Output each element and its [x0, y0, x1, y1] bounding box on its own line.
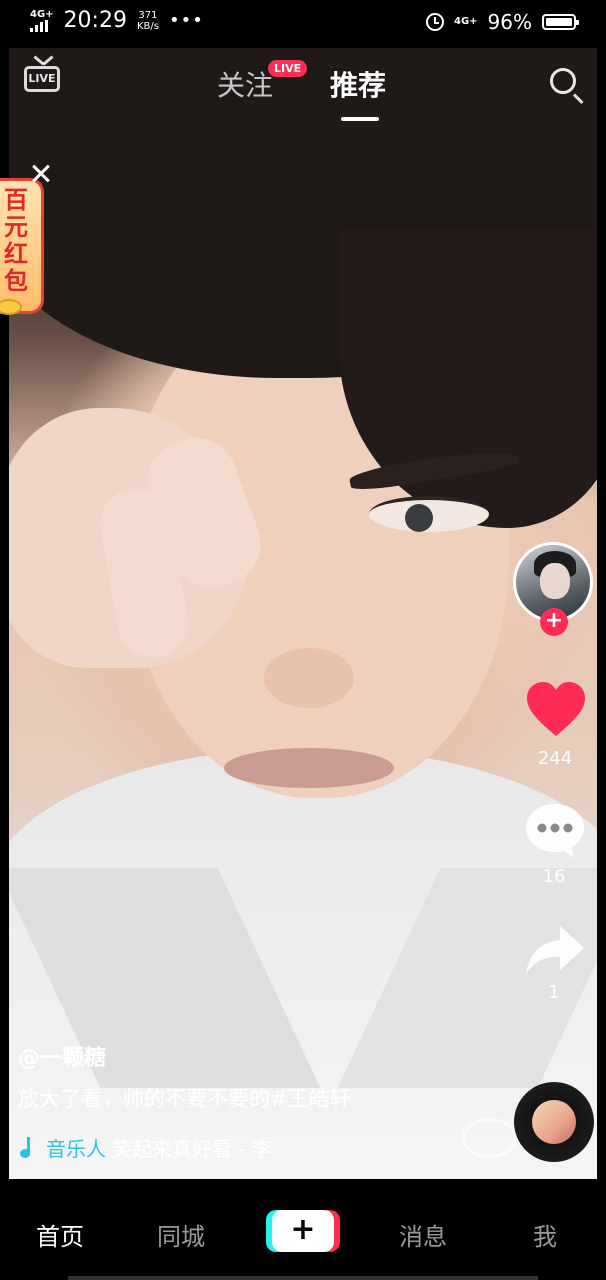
search-icon[interactable] — [550, 68, 576, 94]
music-cover — [532, 1100, 576, 1144]
video-caption: 放大了看，帅的不要不要的#王皓轩 — [18, 1087, 351, 1111]
add-plus-icon: + — [272, 1210, 334, 1252]
add-video-button[interactable]: + — [266, 1210, 340, 1252]
network-type: 4G+ — [30, 8, 54, 20]
live-badge: LIVE — [268, 60, 308, 77]
avatar-face — [540, 563, 570, 599]
alarm-icon — [426, 13, 444, 31]
music-title: 笑起来真好看 - 李 — [112, 1137, 272, 1161]
share-count: 1 — [548, 982, 560, 1003]
tab-follow[interactable]: 关注 — [217, 64, 273, 104]
like-count: 244 — [537, 748, 573, 769]
network-speed: 371 KB/s — [137, 10, 159, 32]
music-row[interactable]: 音乐人 笑起来真好看 - 李 — [18, 1133, 272, 1162]
tab-indicator — [341, 117, 379, 121]
author-name[interactable]: @一颗糖 — [18, 1040, 106, 1072]
more-notifications-icon: ••• — [168, 10, 204, 31]
comment-count: 16 — [542, 866, 566, 887]
close-icon[interactable] — [30, 163, 52, 185]
signal-icon: 4G+ — [30, 8, 54, 32]
battery-percent: 96% — [487, 10, 532, 34]
red-packet-widget[interactable]: 百元红包 — [0, 178, 44, 315]
speed-unit: KB/s — [136, 20, 159, 32]
heart-icon[interactable] — [525, 680, 587, 740]
video-nose — [264, 648, 354, 708]
status-bar: 4G+ 20:29 371 KB/s ••• 4G+ 96% — [0, 0, 606, 46]
speed-value: 371 — [138, 9, 158, 21]
home-indicator — [68, 1276, 538, 1280]
live-tv-icon[interactable]: LIVE — [24, 66, 60, 92]
status-right: 4G+ 96% — [426, 10, 579, 34]
video-player[interactable] — [9, 48, 597, 1179]
nav-nearby[interactable]: 同城 — [157, 1217, 205, 1252]
battery-icon — [542, 14, 579, 30]
follow-button[interactable]: + — [540, 608, 568, 636]
nav-me[interactable]: 我 — [533, 1217, 557, 1252]
video-lips — [224, 748, 394, 788]
right-network-type: 4G+ — [454, 16, 478, 27]
music-source: 音乐人 — [46, 1137, 106, 1161]
music-note-icon — [18, 1135, 40, 1161]
video-eye — [369, 496, 489, 532]
share-icon[interactable] — [524, 924, 586, 976]
tab-recommend[interactable]: 推荐 — [330, 64, 386, 104]
music-disc[interactable] — [514, 1082, 594, 1162]
comment-icon[interactable] — [524, 800, 586, 860]
nav-home[interactable]: 首页 — [36, 1217, 84, 1252]
status-left: 4G+ 20:29 371 KB/s ••• — [30, 8, 204, 33]
red-packet-label: 百元红包 — [4, 186, 28, 295]
watermark-logo — [462, 1118, 518, 1158]
nav-messages[interactable]: 消息 — [399, 1217, 447, 1252]
status-time: 20:29 — [63, 8, 127, 33]
coin-icon — [0, 299, 22, 315]
